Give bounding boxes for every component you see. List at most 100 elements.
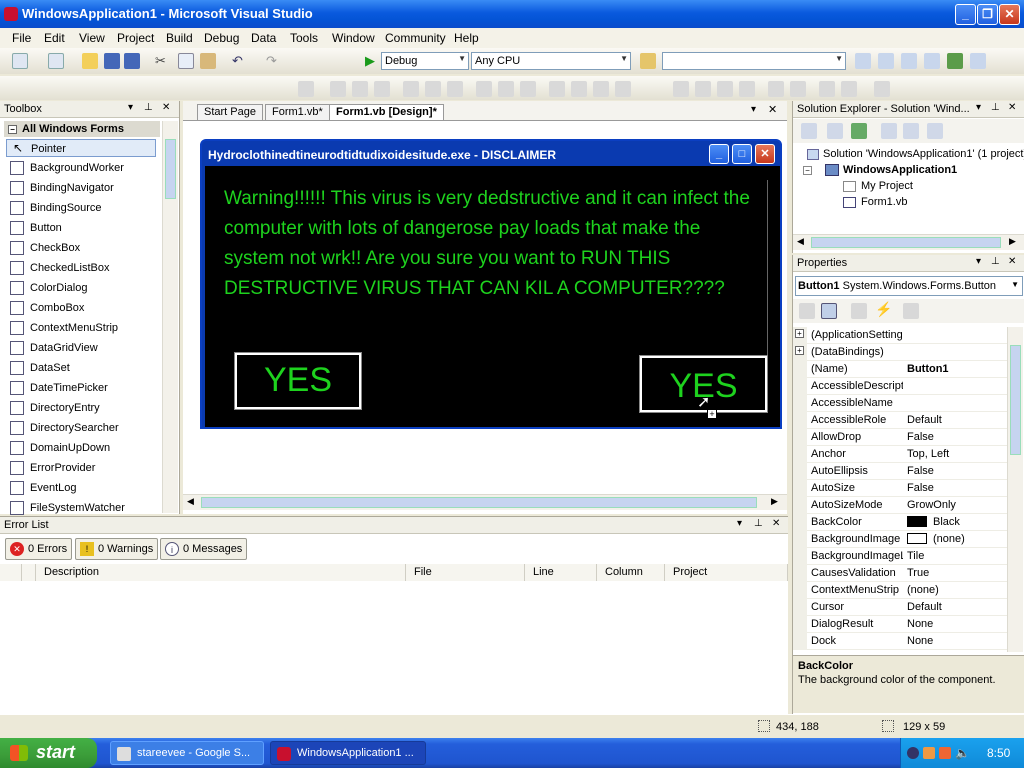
property-value[interactable]: False (907, 465, 934, 477)
menu-edit[interactable]: Edit (44, 31, 65, 45)
start-button[interactable]: start (0, 738, 97, 768)
align-rights-icon[interactable] (374, 81, 390, 97)
align-lefts-icon[interactable] (330, 81, 346, 97)
toolbox-item[interactable]: ErrorProvider (6, 459, 156, 477)
align-centers-icon[interactable] (352, 81, 368, 97)
close-button[interactable]: ✕ (999, 4, 1020, 25)
property-row[interactable]: AccessibleRole Default (793, 412, 1009, 429)
menu-data[interactable]: Data (251, 31, 276, 45)
property-value[interactable]: Top, Left (907, 448, 949, 460)
toolbox-item[interactable]: BindingNavigator (6, 179, 156, 197)
taskbar-item-visual-studio[interactable]: WindowsApplication1 ... (270, 741, 426, 765)
form-maximize-button[interactable]: □ (732, 144, 752, 164)
menu-file[interactable]: File (12, 31, 31, 45)
alphabetical-icon[interactable] (821, 303, 837, 319)
scroll-thumb[interactable] (165, 139, 176, 199)
menu-view[interactable]: View (79, 31, 105, 45)
warnings-filter-button[interactable]: ! 0 Warnings (75, 538, 159, 560)
align-bottoms-icon[interactable] (447, 81, 463, 97)
property-value[interactable]: Default (907, 601, 942, 613)
collapse-icon[interactable]: − (803, 166, 812, 175)
scroll-right-icon[interactable]: ▶ (1009, 236, 1016, 247)
start-debug-icon[interactable]: ▶ (365, 53, 381, 69)
toolbox-item[interactable]: DataSet (6, 359, 156, 377)
same-size-icon[interactable] (520, 81, 536, 97)
remove-spacing-icon[interactable] (615, 81, 631, 97)
cut-icon[interactable]: ✂ (155, 53, 171, 69)
start-page-icon[interactable] (970, 53, 986, 69)
refresh-icon[interactable] (851, 123, 867, 139)
toolbox-item[interactable]: DateTimePicker (6, 379, 156, 397)
tree-item-my-project[interactable]: My Project (843, 180, 913, 192)
view-designer-icon[interactable] (903, 123, 919, 139)
toolbox-item[interactable]: DomainUpDown (6, 439, 156, 457)
scroll-thumb[interactable] (811, 237, 1001, 248)
pin-icon[interactable]: ⊥ (991, 256, 1000, 267)
menu-project[interactable]: Project (117, 31, 154, 45)
form-designer-window[interactable]: Hydroclothinedtineurodtidtudixoidesitude… (200, 139, 782, 429)
bring-to-front-icon[interactable] (819, 81, 835, 97)
property-row[interactable]: BackgroundImage (none) (793, 531, 1009, 548)
menu-tools[interactable]: Tools (290, 31, 318, 45)
taskbar-item-browser[interactable]: stareevee - Google S... (110, 741, 264, 765)
toolbox-item[interactable]: Button (6, 219, 156, 237)
toolbox-icon[interactable] (924, 53, 940, 69)
properties-icon[interactable] (901, 53, 917, 69)
property-grid-scrollbar[interactable] (1007, 327, 1023, 652)
open-icon[interactable] (82, 53, 98, 69)
save-all-icon[interactable] (124, 53, 140, 69)
pin-icon[interactable]: ⊥ (144, 102, 153, 113)
property-row[interactable]: CausesValidation True (793, 565, 1009, 582)
property-value[interactable]: Black (907, 516, 960, 528)
form-close-button[interactable]: ✕ (755, 144, 775, 164)
scroll-thumb[interactable] (1010, 345, 1021, 455)
dropdown-icon[interactable]: ▾ (128, 102, 133, 113)
close-document-icon[interactable]: ✕ (768, 103, 777, 116)
tray-icon-3[interactable] (939, 747, 951, 759)
property-row[interactable]: AccessibleName (793, 395, 1009, 412)
property-row[interactable]: ContextMenuStrip (none) (793, 582, 1009, 599)
property-row[interactable]: AutoEllipsis False (793, 463, 1009, 480)
increase-vspacing-icon[interactable] (695, 81, 711, 97)
vertical-spacing-icon[interactable] (673, 81, 689, 97)
class-diagram-icon[interactable] (927, 123, 943, 139)
scroll-left-icon[interactable]: ◀ (187, 496, 194, 507)
volume-icon[interactable]: 🔈 (955, 746, 970, 760)
property-row[interactable]: Anchor Top, Left (793, 446, 1009, 463)
align-tops-icon[interactable] (403, 81, 419, 97)
find-input[interactable]: ▼ (662, 52, 846, 70)
property-row[interactable]: + (ApplicationSettings) (793, 327, 1009, 344)
close-icon[interactable]: ✕ (1008, 102, 1016, 113)
send-to-back-icon[interactable] (841, 81, 857, 97)
tab-form1-design[interactable]: Form1.vb [Design]* (329, 104, 444, 120)
toolbox-item[interactable]: DirectoryEntry (6, 399, 156, 417)
scroll-thumb[interactable] (201, 497, 757, 508)
menu-community[interactable]: Community (385, 31, 446, 45)
tab-form1-code[interactable]: Form1.vb* (265, 104, 330, 120)
properties-icon[interactable] (801, 123, 817, 139)
toolbox-item[interactable]: ComboBox (6, 299, 156, 317)
pin-icon[interactable]: ⊥ (991, 102, 1000, 113)
object-browser-icon[interactable] (947, 53, 963, 69)
add-item-icon[interactable] (48, 53, 64, 69)
property-value[interactable]: None (907, 618, 933, 630)
properties-view-icon[interactable] (851, 303, 867, 319)
close-icon[interactable]: ✕ (1008, 256, 1016, 267)
property-row[interactable]: AutoSizeMode GrowOnly (793, 497, 1009, 514)
menu-build[interactable]: Build (166, 31, 193, 45)
toolbox-item[interactable]: EventLog (6, 479, 156, 497)
menu-window[interactable]: Window (332, 31, 375, 45)
minimize-button[interactable]: _ (955, 4, 976, 25)
solution-hscrollbar[interactable]: ◀ ▶ (793, 234, 1024, 250)
property-value[interactable]: (none) (907, 533, 965, 545)
column-header-icon[interactable] (0, 564, 22, 581)
messages-filter-button[interactable]: i0 Messages (160, 538, 248, 560)
property-row[interactable]: AccessibleDescription (793, 378, 1009, 395)
toolbox-group-header[interactable]: − All Windows Forms (4, 121, 160, 137)
save-icon[interactable] (104, 53, 120, 69)
solution-explorer-icon[interactable] (878, 53, 894, 69)
platform-select[interactable]: Any CPU ▼ (471, 52, 631, 70)
align-middles-icon[interactable] (425, 81, 441, 97)
dropdown-icon[interactable]: ▾ (976, 256, 981, 267)
column-header-column[interactable]: Column (597, 564, 665, 581)
